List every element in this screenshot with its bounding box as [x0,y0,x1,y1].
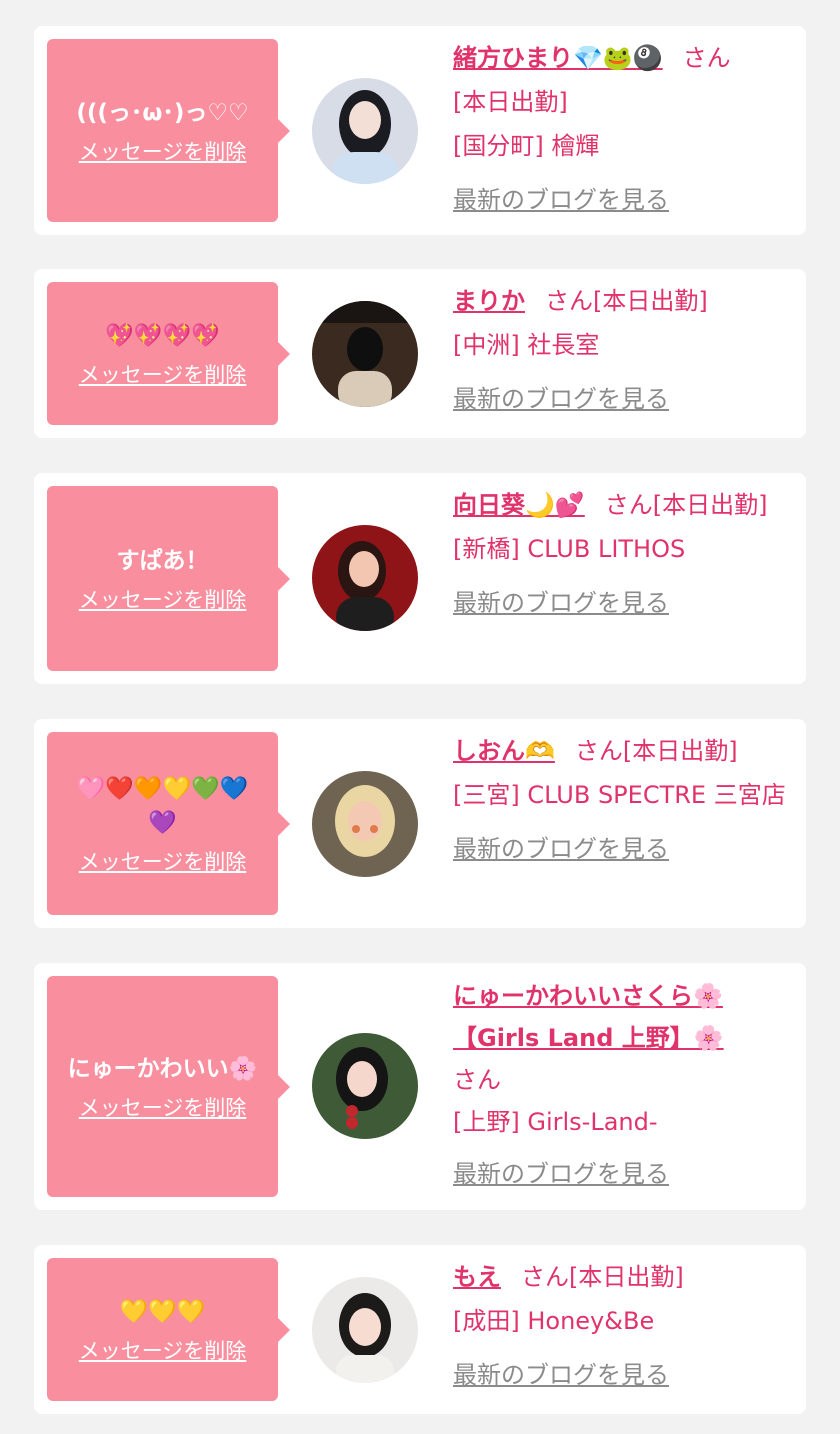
honorific: さん [682,44,731,72]
message-bubble: にゅーかわいい🌸 メッセージを削除 [47,976,290,1197]
latest-blog-link[interactable]: 最新のブログを見る [453,178,669,222]
avatar-photo [312,771,418,877]
attendance-status: [本日出勤] [569,1263,684,1291]
avatar[interactable] [312,301,418,407]
delete-message-link[interactable]: メッセージを削除 [79,136,247,166]
shop-area: [三宮] CLUB SPECTRE 三宮店 [453,781,786,809]
delete-message-link[interactable]: メッセージを削除 [79,1335,247,1365]
message-text: (((っ･ω･)っ♡♡ [76,99,249,126]
message-bubble: 💖💖💖💖 メッセージを削除 [47,282,290,425]
cast-info: 緒方ひまり💎🐸🎱 さん [本日出勤] [国分町] 檜輝 最新のブログを見る [453,36,793,222]
attendance-status: [本日出勤] [593,287,708,315]
cast-name-link[interactable]: まりか [453,287,525,315]
latest-blog-link[interactable]: 最新のブログを見る [453,827,669,871]
cast-info: しおん🫶 さん[本日出勤] [三宮] CLUB SPECTRE 三宮店 最新のブロ… [453,729,793,871]
shop-area: [中洲] 社長室 [453,331,600,359]
message-text: 🩷❤️🧡💛💚💙 💜 [76,775,249,836]
message-card: (((っ･ω･)っ♡♡ メッセージを削除 緒方ひまり💎🐸🎱 さん [本日出勤] [… [34,26,806,235]
cast-info: 向日葵🌙💕 さん[本日出勤] [新橋] CLUB LITHOS 最新のブログを見る [453,483,793,625]
message-text: すぱあ！ [116,547,209,574]
avatar-photo [312,301,418,407]
avatar[interactable] [312,771,418,877]
latest-blog-link[interactable]: 最新のブログを見る [453,581,669,625]
message-card: すぱあ！ メッセージを削除 向日葵🌙💕 さん[本日出勤] [新橋] CLUB LI… [34,473,806,684]
shop-area: [新橋] CLUB LITHOS [453,535,686,563]
honorific: さん [453,1066,501,1094]
shop-area: [国分町] 檜輝 [453,132,600,160]
message-bubble: 🩷❤️🧡💛💚💙 💜 メッセージを削除 [47,732,290,915]
delete-message-link[interactable]: メッセージを削除 [79,846,247,876]
message-bubble: 💛💛💛 メッセージを削除 [47,1258,290,1401]
avatar[interactable] [312,525,418,631]
attendance-status: [本日出勤] [622,737,738,765]
cast-name-link[interactable]: しおん🫶 [453,737,555,765]
honorific: さん [521,1263,569,1291]
shop-area: [上野] Girls-Land- [453,1108,658,1136]
avatar-photo [312,78,418,184]
cast-name-link[interactable]: もえ [453,1263,501,1291]
avatar-photo [312,1277,418,1383]
avatar[interactable] [312,1033,418,1139]
message-text: 💛💛💛 [119,1298,206,1325]
latest-blog-link[interactable]: 最新のブログを見る [453,377,669,421]
message-bubble: すぱあ！ メッセージを削除 [47,486,290,671]
delete-message-link[interactable]: メッセージを削除 [79,584,247,614]
shop-area: [成田] Honey&Be [453,1307,655,1335]
avatar-photo [312,525,418,631]
delete-message-link[interactable]: メッセージを削除 [79,1092,247,1122]
attendance-status: [本日出勤] [652,491,768,519]
message-text: にゅーかわいい🌸 [67,1055,258,1082]
honorific: さん [545,287,593,315]
message-card: にゅーかわいい🌸 メッセージを削除 にゅーかわいいさくら🌸【Girls Land… [34,963,806,1210]
avatar[interactable] [312,78,418,184]
delete-message-link[interactable]: メッセージを削除 [79,359,247,389]
message-card: 💛💛💛 メッセージを削除 もえ さん[本日出勤] [成田] Honey&Be 最新… [34,1245,806,1414]
latest-blog-link[interactable]: 最新のブログを見る [453,1153,669,1195]
cast-name-link[interactable]: 緒方ひまり💎🐸🎱 [453,44,663,72]
message-card: 💖💖💖💖 メッセージを削除 まりか さん[本日出勤] [中洲] 社長室 最新のブロ… [34,269,806,438]
avatar[interactable] [312,1277,418,1383]
cast-info: にゅーかわいいさくら🌸【Girls Land 上野】🌸 さん [上野] Girl… [453,975,793,1195]
honorific: さん [604,491,653,519]
honorific: さん [574,737,623,765]
cast-info: まりか さん[本日出勤] [中洲] 社長室 最新のブログを見る [453,279,793,421]
cast-name-link[interactable]: 向日葵🌙💕 [453,491,585,519]
cast-name-link[interactable]: にゅーかわいいさくら🌸【Girls Land 上野】🌸 [453,982,724,1052]
avatar-photo [312,1033,418,1139]
message-text: 💖💖💖💖 [105,322,220,349]
cast-info: もえ さん[本日出勤] [成田] Honey&Be 最新のブログを見る [453,1255,793,1397]
latest-blog-link[interactable]: 最新のブログを見る [453,1353,669,1397]
message-bubble: (((っ･ω･)っ♡♡ メッセージを削除 [47,39,290,222]
message-card: 🩷❤️🧡💛💚💙 💜 メッセージを削除 しおん🫶 さん[本日出勤] [三宮] CLU… [34,719,806,928]
attendance-status: [本日出勤] [453,88,568,116]
